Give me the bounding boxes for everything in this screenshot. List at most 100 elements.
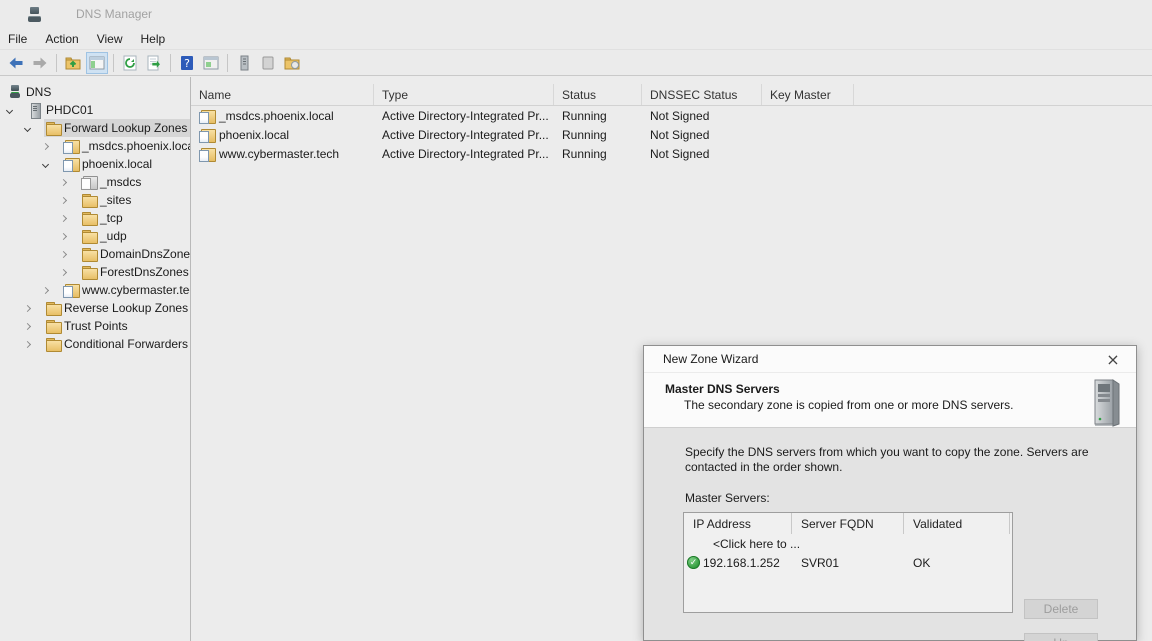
tree-item-forward-lookup-zones[interactable]: Forward Lookup Zones xyxy=(0,119,190,137)
up-one-level-icon[interactable] xyxy=(62,52,84,74)
tree-item-label: _udp xyxy=(100,229,127,243)
table-row[interactable]: phoenix.localActive Directory-Integrated… xyxy=(191,125,1152,144)
folder-icon xyxy=(81,246,97,262)
tree-item-label: ForestDnsZones xyxy=(100,265,189,279)
refresh-icon[interactable] xyxy=(119,52,141,74)
tree-item-label: PHDC01 xyxy=(46,103,93,117)
menu-file[interactable]: File xyxy=(0,28,36,49)
zone-icon xyxy=(199,146,215,162)
pause-icon[interactable] xyxy=(257,52,279,74)
close-icon[interactable]: × xyxy=(1104,350,1122,368)
chevron-collapsed-icon[interactable] xyxy=(24,304,31,311)
dns-icon xyxy=(7,84,23,100)
tree-item-label: www.cybermaster.tech xyxy=(82,283,191,297)
menu-view[interactable]: View xyxy=(88,28,132,49)
toolbar-separator xyxy=(170,54,171,72)
tree-item-msdcs[interactable]: _msdcs xyxy=(0,173,190,191)
tree-item-label: Reverse Lookup Zones xyxy=(64,301,188,315)
tree-item-phoenix-local[interactable]: phoenix.local xyxy=(0,155,190,173)
menu-bar: FileActionViewHelp xyxy=(0,28,1152,50)
column-header-name[interactable]: Name xyxy=(191,84,374,105)
tree-item-label: _sites xyxy=(100,193,131,207)
help-icon[interactable]: ? xyxy=(176,52,198,74)
zone-dnssec-cell: Not Signed xyxy=(642,128,762,142)
chevron-collapsed-icon[interactable] xyxy=(24,322,31,329)
filter-folder-icon[interactable] xyxy=(281,52,303,74)
zone-list-header: NameTypeStatusDNSSEC StatusKey Master xyxy=(191,84,1152,106)
zone-type-cell: Active Directory-Integrated Pr... xyxy=(374,147,554,161)
master-server-row[interactable]: 192.168.1.252SVR01OK xyxy=(684,553,1012,572)
properties-icon[interactable] xyxy=(200,52,222,74)
chevron-collapsed-icon[interactable] xyxy=(60,196,67,203)
folder-icon xyxy=(45,120,61,136)
tree-item-label: Forward Lookup Zones xyxy=(64,121,187,135)
toolbar-separator xyxy=(56,54,57,72)
show-console-tree-icon[interactable] xyxy=(86,52,108,74)
validated-cell: OK xyxy=(904,556,1010,570)
master-servers-table-body: <Click here to ... 192.168.1.252SVR01OK xyxy=(684,534,1012,572)
dialog-header: Master DNS Servers The secondary zone is… xyxy=(644,373,1136,428)
add-server-placeholder[interactable]: <Click here to ... xyxy=(684,537,800,551)
zone-status-cell: Running xyxy=(554,147,642,161)
tree-item-label: phoenix.local xyxy=(82,157,152,171)
chevron-collapsed-icon[interactable] xyxy=(60,178,67,185)
chevron-collapsed-icon[interactable] xyxy=(60,268,67,275)
master-servers-table[interactable]: IP AddressServer FQDNValidated <Click he… xyxy=(683,512,1013,613)
table-row[interactable]: _msdcs.phoenix.localActive Directory-Int… xyxy=(191,106,1152,125)
add-server-row[interactable]: <Click here to ... xyxy=(684,534,1012,553)
delete-button[interactable]: Delete xyxy=(1024,599,1098,619)
tree-item-trust-points[interactable]: Trust Points xyxy=(0,317,190,335)
zone-icon xyxy=(63,138,79,154)
server-icon[interactable] xyxy=(233,52,255,74)
table-row[interactable]: www.cybermaster.techActive Directory-Int… xyxy=(191,144,1152,163)
column-header-status[interactable]: Status xyxy=(554,84,642,105)
folder-icon xyxy=(81,192,97,208)
tree-item-msdcs-phoenix-local[interactable]: _msdcs.phoenix.local xyxy=(0,137,190,155)
chevron-expanded-icon[interactable] xyxy=(42,160,49,167)
column-header-dnssec-status[interactable]: DNSSEC Status xyxy=(642,84,762,105)
chevron-collapsed-icon[interactable] xyxy=(42,286,49,293)
chevron-collapsed-icon[interactable] xyxy=(60,232,67,239)
console-tree: DNS PHDC01 Forward Lookup Zones _msdcs.phoe… xyxy=(0,77,191,641)
dialog-instructions: Specify the DNS servers from which you w… xyxy=(685,445,1105,475)
tree-item-forestdnszones[interactable]: ForestDnsZones xyxy=(0,263,190,281)
chevron-collapsed-icon[interactable] xyxy=(60,214,67,221)
zone-dnssec-cell: Not Signed xyxy=(642,109,762,123)
column-header-ip-address[interactable]: IP Address xyxy=(684,513,792,534)
tree-item-label: DNS xyxy=(26,85,51,99)
up-button[interactable]: Up xyxy=(1024,633,1098,641)
tree-item-phdc01[interactable]: PHDC01 xyxy=(0,101,190,119)
forward-icon[interactable] xyxy=(29,52,51,74)
tree-item-sites[interactable]: _sites xyxy=(0,191,190,209)
master-servers-label: Master Servers: xyxy=(685,491,770,505)
tree-item-domaindnszones[interactable]: DomainDnsZones xyxy=(0,245,190,263)
zone-icon xyxy=(81,174,97,190)
chevron-collapsed-icon[interactable] xyxy=(24,340,31,347)
tree-item-conditional-forwarders[interactable]: Conditional Forwarders xyxy=(0,335,190,353)
export-list-icon[interactable] xyxy=(143,52,165,74)
column-header-server-fqdn[interactable]: Server FQDN xyxy=(792,513,904,534)
tree-item-label: _msdcs.phoenix.local xyxy=(82,139,191,153)
tree-item-udp[interactable]: _udp xyxy=(0,227,190,245)
dialog-title: New Zone Wizard xyxy=(663,352,758,366)
tree-item-dns[interactable]: DNS xyxy=(0,83,190,101)
folder-icon xyxy=(45,300,61,316)
chevron-collapsed-icon[interactable] xyxy=(42,142,49,149)
column-header-validated[interactable]: Validated xyxy=(904,513,1010,534)
menu-action[interactable]: Action xyxy=(36,28,87,49)
zone-type-cell: Active Directory-Integrated Pr... xyxy=(374,109,554,123)
column-header-type[interactable]: Type xyxy=(374,84,554,105)
ip-address-cell: 192.168.1.252 xyxy=(684,556,792,570)
column-header-key-master[interactable]: Key Master xyxy=(762,84,854,105)
zone-status-cell: Running xyxy=(554,128,642,142)
chevron-collapsed-icon[interactable] xyxy=(60,250,67,257)
tree-item-reverse-lookup-zones[interactable]: Reverse Lookup Zones xyxy=(0,299,190,317)
tree-item-www-cybermaster-tech[interactable]: www.cybermaster.tech xyxy=(0,281,190,299)
master-servers-table-header: IP AddressServer FQDNValidated xyxy=(684,513,1012,534)
folder-icon xyxy=(81,228,97,244)
tree-item-tcp[interactable]: _tcp xyxy=(0,209,190,227)
chevron-expanded-icon[interactable] xyxy=(6,106,13,113)
menu-help[interactable]: Help xyxy=(132,28,175,49)
back-icon[interactable] xyxy=(5,52,27,74)
chevron-expanded-icon[interactable] xyxy=(24,124,31,131)
